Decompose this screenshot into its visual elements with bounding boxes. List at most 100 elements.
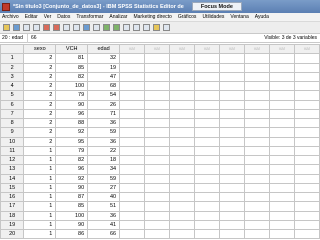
empty-cell[interactable]	[119, 62, 146, 73]
row-number[interactable]: 2	[0, 62, 25, 73]
empty-cell[interactable]	[119, 53, 146, 64]
empty-cell[interactable]	[119, 145, 146, 157]
cell-edad[interactable]: 22	[87, 145, 121, 157]
empty-cell[interactable]	[194, 228, 220, 240]
empty-cell[interactable]	[194, 201, 220, 212]
column-header-var[interactable]: var	[293, 43, 320, 55]
empty-cell[interactable]	[169, 145, 196, 157]
empty-cell[interactable]	[219, 182, 245, 194]
empty-cell[interactable]	[243, 53, 270, 64]
empty-cell[interactable]	[243, 136, 270, 147]
empty-cell[interactable]	[293, 90, 320, 101]
empty-cell[interactable]	[144, 127, 171, 138]
empty-cell[interactable]	[119, 71, 146, 83]
row-number[interactable]: 18	[0, 210, 25, 221]
empty-cell[interactable]	[144, 191, 171, 203]
row-number[interactable]: 8	[0, 117, 25, 129]
cell-edad[interactable]: 36	[87, 117, 121, 129]
cell-vch[interactable]: 87	[55, 191, 89, 203]
empty-cell[interactable]	[293, 210, 320, 221]
empty-cell[interactable]	[293, 62, 320, 73]
cell-vch[interactable]: 85	[55, 201, 89, 212]
empty-cell[interactable]	[219, 201, 245, 212]
empty-cell[interactable]	[268, 219, 295, 231]
cell-edad[interactable]: 59	[87, 173, 121, 184]
cell-vch[interactable]: 90	[55, 219, 89, 231]
empty-cell[interactable]	[268, 182, 295, 194]
select-cases-icon[interactable]	[143, 24, 150, 31]
empty-cell[interactable]	[219, 99, 245, 110]
empty-cell[interactable]	[169, 191, 196, 203]
empty-cell[interactable]	[219, 117, 245, 129]
empty-cell[interactable]	[169, 219, 196, 231]
cell-sexo[interactable]: 1	[23, 228, 57, 240]
empty-cell[interactable]	[169, 136, 196, 147]
empty-cell[interactable]	[243, 164, 270, 175]
empty-cell[interactable]	[268, 99, 295, 110]
menu-graficos[interactable]: Gráficos	[178, 14, 197, 20]
empty-cell[interactable]	[119, 127, 146, 138]
row-number[interactable]: 1	[0, 53, 25, 64]
cell-edad[interactable]: 32	[87, 53, 121, 64]
empty-cell[interactable]	[144, 136, 171, 147]
empty-cell[interactable]	[219, 71, 245, 83]
empty-cell[interactable]	[219, 80, 245, 92]
empty-cell[interactable]	[243, 154, 270, 166]
empty-cell[interactable]	[194, 53, 220, 64]
empty-cell[interactable]	[169, 201, 196, 212]
empty-cell[interactable]	[268, 154, 295, 166]
empty-cell[interactable]	[293, 154, 320, 166]
empty-cell[interactable]	[243, 201, 270, 212]
empty-cell[interactable]	[119, 201, 146, 212]
empty-cell[interactable]	[119, 164, 146, 175]
empty-cell[interactable]	[144, 71, 171, 83]
empty-cell[interactable]	[268, 136, 295, 147]
row-number[interactable]: 9	[0, 127, 25, 138]
empty-cell[interactable]	[293, 117, 320, 129]
empty-cell[interactable]	[293, 71, 320, 83]
open-file-icon[interactable]	[3, 24, 10, 31]
column-header-sexo[interactable]: sexo	[23, 43, 57, 55]
empty-cell[interactable]	[194, 62, 220, 73]
empty-cell[interactable]	[219, 127, 245, 138]
empty-cell[interactable]	[268, 173, 295, 184]
empty-cell[interactable]	[169, 228, 196, 240]
empty-cell[interactable]	[293, 108, 320, 120]
empty-cell[interactable]	[219, 164, 245, 175]
empty-cell[interactable]	[219, 173, 245, 184]
empty-cell[interactable]	[194, 117, 220, 129]
cell-vch[interactable]: 86	[55, 228, 89, 240]
empty-cell[interactable]	[293, 80, 320, 92]
empty-cell[interactable]	[194, 127, 220, 138]
cell-sexo[interactable]: 2	[23, 62, 57, 73]
row-number[interactable]: 19	[0, 219, 25, 231]
cell-vch[interactable]: 92	[55, 127, 89, 138]
cell-vch[interactable]: 90	[55, 182, 89, 194]
empty-cell[interactable]	[194, 136, 220, 147]
menu-analizar[interactable]: Analizar	[109, 14, 127, 20]
empty-cell[interactable]	[119, 173, 146, 184]
cell-vch[interactable]: 92	[55, 173, 89, 184]
empty-cell[interactable]	[293, 99, 320, 110]
empty-cell[interactable]	[243, 191, 270, 203]
empty-cell[interactable]	[268, 210, 295, 221]
empty-cell[interactable]	[119, 108, 146, 120]
column-header-var[interactable]: var	[219, 43, 245, 55]
cell-sexo[interactable]: 1	[23, 191, 57, 203]
row-number[interactable]: 15	[0, 182, 25, 194]
go-to-case-icon[interactable]	[63, 24, 70, 31]
cell-sexo[interactable]: 1	[23, 145, 57, 157]
cell-vch[interactable]: 96	[55, 164, 89, 175]
empty-cell[interactable]	[194, 154, 220, 166]
menu-editar[interactable]: Editar	[25, 14, 38, 20]
empty-cell[interactable]	[268, 201, 295, 212]
empty-cell[interactable]	[219, 62, 245, 73]
empty-cell[interactable]	[144, 182, 171, 194]
empty-cell[interactable]	[293, 228, 320, 240]
row-number[interactable]: 3	[0, 71, 25, 83]
cell-sexo[interactable]: 1	[23, 154, 57, 166]
cell-sexo[interactable]: 2	[23, 136, 57, 147]
cell-sexo[interactable]: 1	[23, 201, 57, 212]
empty-cell[interactable]	[194, 164, 220, 175]
empty-cell[interactable]	[144, 62, 171, 73]
